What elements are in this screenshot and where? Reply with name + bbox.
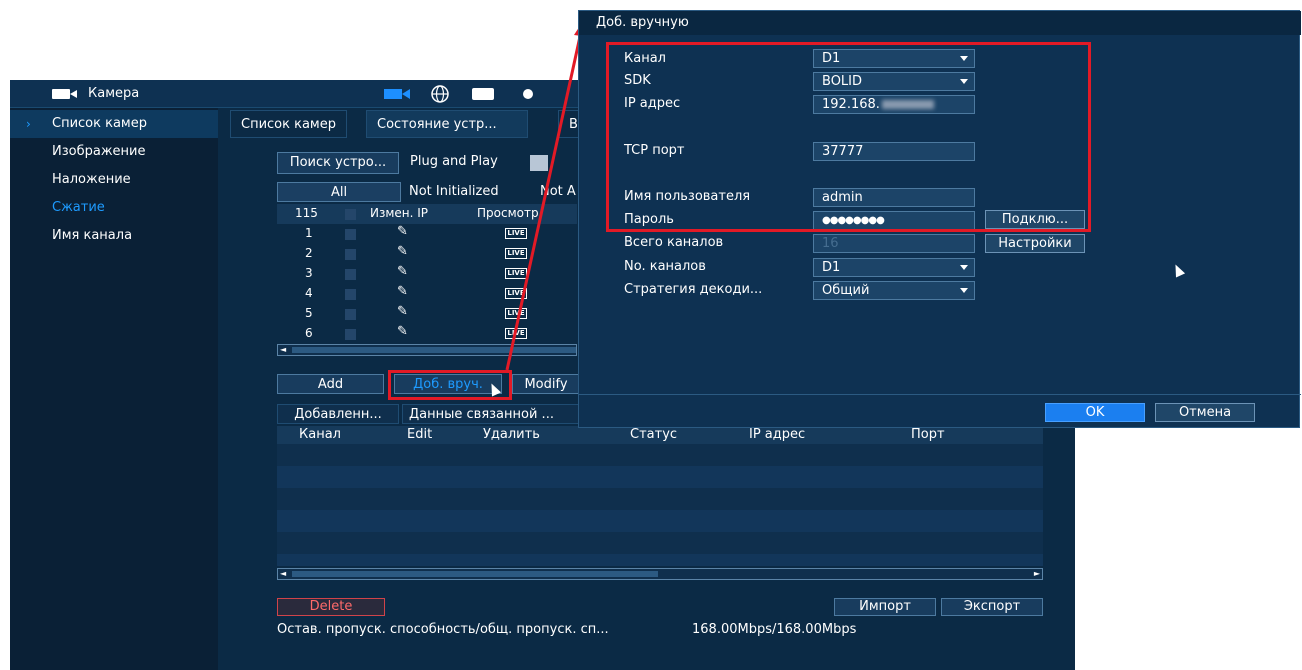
added-list-header: Канал Edit Удалить Статус IP адрес Порт (277, 426, 1043, 444)
sidebar-item-channel-name[interactable]: Имя канала (10, 222, 218, 250)
list-item (277, 554, 1043, 566)
export-button[interactable]: Экспорт (941, 598, 1043, 616)
row-number: 6 (305, 326, 313, 340)
settings-button[interactable]: Настройки (985, 234, 1085, 253)
camera-nav-icon[interactable] (382, 84, 410, 104)
channel-no-select[interactable]: D1 (813, 258, 975, 277)
chevron-right-icon: › (26, 117, 31, 131)
scroll-right-icon[interactable]: ► (1034, 569, 1040, 579)
chevron-down-icon (960, 288, 968, 293)
delete-button[interactable]: Delete (277, 598, 385, 616)
edit-pencil-icon[interactable]: ✎ (397, 324, 408, 339)
row-number: 1 (305, 226, 313, 240)
row-number: 3 (305, 266, 313, 280)
list-item (277, 510, 1043, 532)
tab-label: Состояние устр... (377, 117, 497, 132)
column-delete: Удалить (483, 427, 540, 442)
sidebar-item-overlay[interactable]: Наложение (10, 166, 218, 194)
total-channels-label: Всего каналов (624, 235, 724, 250)
bandwidth-label: Остав. пропуск. способность/общ. пропуск… (277, 622, 609, 637)
tab-camera-list[interactable]: Список камер (230, 110, 347, 138)
highlight-box-dialog-fields (606, 42, 1091, 232)
row-checkbox[interactable] (345, 289, 356, 300)
camera-icon (52, 89, 78, 99)
edit-pencil-icon[interactable]: ✎ (397, 224, 408, 239)
plug-and-play-label: Plug and Play (410, 154, 498, 169)
column-channel: Канал (299, 427, 341, 442)
decode-strategy-select[interactable]: Общий (813, 281, 975, 300)
row-number: 2 (305, 246, 313, 260)
tab-added-devices[interactable]: Добавленн... (277, 404, 399, 424)
filter-all-button[interactable]: All (277, 182, 401, 202)
column-port: Порт (911, 427, 945, 442)
channel-no-value: D1 (822, 260, 841, 275)
cancel-button[interactable]: Отмена (1155, 403, 1255, 422)
list-item (277, 466, 1043, 488)
edit-pencil-icon[interactable]: ✎ (397, 244, 408, 259)
network-globe-icon[interactable] (430, 84, 450, 104)
mouse-cursor-icon (1170, 262, 1186, 278)
scroll-left-icon[interactable]: ◄ (280, 345, 286, 355)
scroll-left-icon[interactable]: ◄ (280, 569, 286, 579)
row-checkbox[interactable] (345, 329, 356, 340)
filter-not-initialized[interactable]: Not Initialized (409, 184, 499, 199)
import-button[interactable]: Импорт (834, 598, 936, 616)
edit-pencil-icon[interactable]: ✎ (397, 264, 408, 279)
channel-no-label: No. каналов (624, 259, 706, 274)
row-checkbox[interactable] (345, 229, 356, 240)
sidebar-item-camera-list[interactable]: › Список камер (10, 110, 218, 138)
sidebar-item-image[interactable]: Изображение (10, 138, 218, 166)
device-count: 115 (295, 206, 318, 220)
storage-icon[interactable] (470, 84, 498, 104)
sidebar-item-label: Наложение (52, 172, 131, 187)
added-list-scrollbar[interactable]: ◄ ► (277, 568, 1043, 580)
row-number: 4 (305, 286, 313, 300)
decode-strategy-label: Стратегия декоди... (624, 282, 763, 297)
edit-pencil-icon[interactable]: ✎ (397, 284, 408, 299)
sidebar-item-label: Сжатие (52, 200, 105, 215)
sidebar-item-compression[interactable]: Сжатие (10, 194, 218, 222)
bandwidth-value: 168.00Mbps/168.00Mbps (692, 622, 857, 637)
column-edit: Edit (407, 427, 433, 442)
row-checkbox[interactable] (345, 269, 356, 280)
total-channels-field: 16 (813, 234, 975, 253)
row-checkbox[interactable] (345, 309, 356, 320)
sidebar-item-label: Изображение (52, 144, 146, 159)
column-status: Статус (630, 427, 678, 442)
column-change-ip: Измен. IP (370, 206, 429, 220)
added-devices-list (277, 444, 1043, 566)
select-all-checkbox[interactable] (345, 209, 356, 220)
dialog-title: Доб. вручную (579, 11, 1301, 35)
tab-linked-data[interactable]: Данные связанной ... (402, 404, 580, 424)
sidebar-title: Камера (88, 86, 140, 101)
chevron-down-icon (960, 265, 968, 270)
add-button[interactable]: Add (277, 374, 384, 394)
sidebar-item-label: Список камер (52, 116, 147, 131)
dialog-divider (579, 394, 1301, 395)
tab-label: Список камер (241, 117, 336, 132)
row-number: 5 (305, 306, 313, 320)
sidebar-item-label: Имя канала (52, 228, 133, 243)
sidebar: › Список камер Изображение Наложение Сжа… (10, 108, 218, 670)
row-checkbox[interactable] (345, 249, 356, 260)
scroll-thumb[interactable] (292, 571, 658, 577)
ok-button[interactable]: OK (1045, 403, 1145, 422)
edit-pencil-icon[interactable]: ✎ (397, 304, 408, 319)
search-devices-button[interactable]: Поиск устро... (277, 152, 399, 174)
decode-strategy-value: Общий (822, 283, 870, 298)
column-ip-address: IP адрес (749, 427, 806, 442)
